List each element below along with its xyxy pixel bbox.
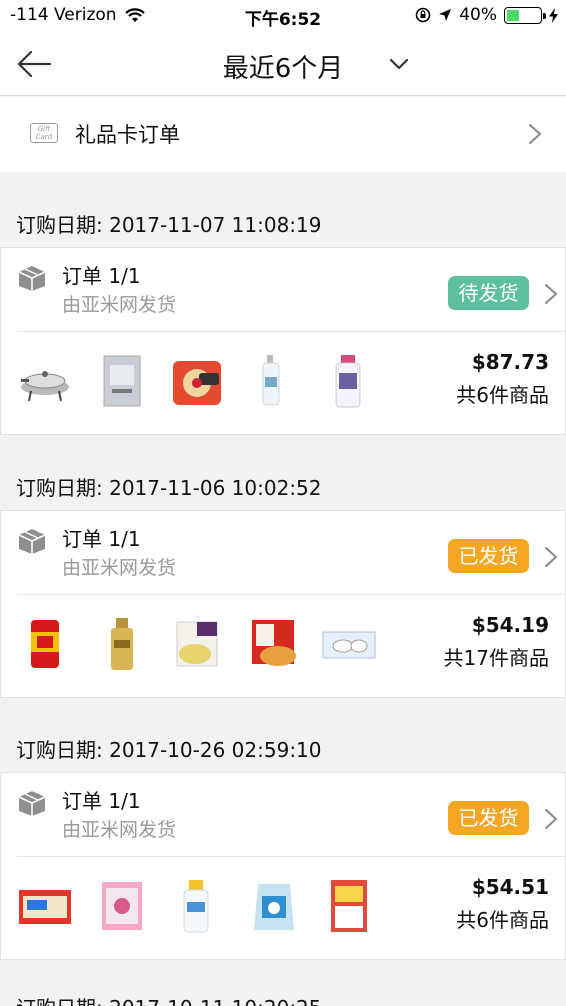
product-thumbnail-powder-bottle[interactable] [321,353,377,409]
period-selector[interactable]: 最近6个月 [0,48,566,85]
order-card[interactable]: 订单 1/1 由亚米网发货 已发货 $54.19 共17件商品 [0,510,566,698]
divider [17,331,565,332]
product-thumbnail-hot-pot-cooker[interactable] [17,353,73,409]
order-total: $87.73 [471,350,549,374]
order-number: 订单 1/1 [62,527,141,551]
status-bar: -114 Verizon 下午6:52 40% [0,0,566,32]
seller-label: 由亚米网发货 [62,819,177,841]
item-count: 共6件商品 [456,383,549,407]
chevron-right-icon[interactable] [544,546,558,568]
product-thumbnail-sunscreen-bottle[interactable] [94,616,150,672]
chevron-right-icon [529,124,541,144]
product-thumbnail-snack-box[interactable] [321,878,377,934]
rotation-lock-icon [415,7,431,23]
package-icon [18,266,46,291]
divider [17,856,565,857]
product-thumbnail-herbal-tea-can[interactable] [17,616,73,672]
battery-fill [507,9,520,21]
product-thumbnail-rice-noodle-pack[interactable] [17,878,73,934]
item-count: 共17件商品 [443,646,549,670]
chevron-right-icon[interactable] [544,808,558,830]
package-icon [18,791,46,816]
gift-card-orders-row[interactable]: Gift Card 礼品卡订单 [0,97,566,172]
item-count: 共6件商品 [456,908,549,932]
battery-percent: 40% [459,5,497,25]
product-thumbnail-instant-noodle-box[interactable] [169,353,225,409]
order-date: 订购日期: 2017-10-26 02:59:10 [16,738,322,762]
product-thumbnail-lotion-bottle[interactable] [246,353,302,409]
order-card[interactable]: 订单 1/1 由亚米网发货 已发货 $54.51 共6件商品 [0,772,566,960]
order-date: 订购日期: 2017-11-06 10:02:52 [16,476,322,500]
product-thumbnail-cleanser-bottle[interactable] [169,878,225,934]
product-thumbnail-noodle-pack[interactable] [246,616,302,672]
status-badge: 已发货 [448,539,529,573]
product-thumbnail-face-mask-pack[interactable] [94,353,150,409]
order-date: 订购日期: 2017-10-11 10:20:25 [16,992,322,1006]
order-total: $54.19 [471,613,549,637]
location-icon [439,9,452,21]
seller-label: 由亚米网发货 [62,557,177,579]
order-date: 订购日期: 2017-11-07 11:08:19 [16,213,322,237]
status-badge: 已发货 [448,801,529,835]
status-badge: 待发货 [448,276,529,310]
nav-bar: 最近6个月 [0,32,566,96]
product-thumbnail-dumpling-pack[interactable] [321,616,377,672]
chevron-down-icon[interactable] [388,54,410,74]
product-thumbnail-snack-bag[interactable] [94,878,150,934]
gift-card-icon: Gift Card [30,123,58,143]
seller-label: 由亚米网发货 [62,294,177,316]
order-number: 订单 1/1 [62,789,141,813]
product-thumbnail-mask-pouch[interactable] [246,878,302,934]
divider [17,594,565,595]
order-number: 订单 1/1 [62,264,141,288]
order-total: $54.51 [471,875,549,899]
order-card[interactable]: 订单 1/1 由亚米网发货 待发货 $87.73 共6件商品 [0,247,566,435]
gift-card-label: 礼品卡订单 [75,123,180,147]
charging-icon [549,7,558,23]
package-icon [18,529,46,554]
product-thumbnail-soup-pack[interactable] [169,616,225,672]
chevron-right-icon[interactable] [544,283,558,305]
battery-icon [504,6,546,24]
